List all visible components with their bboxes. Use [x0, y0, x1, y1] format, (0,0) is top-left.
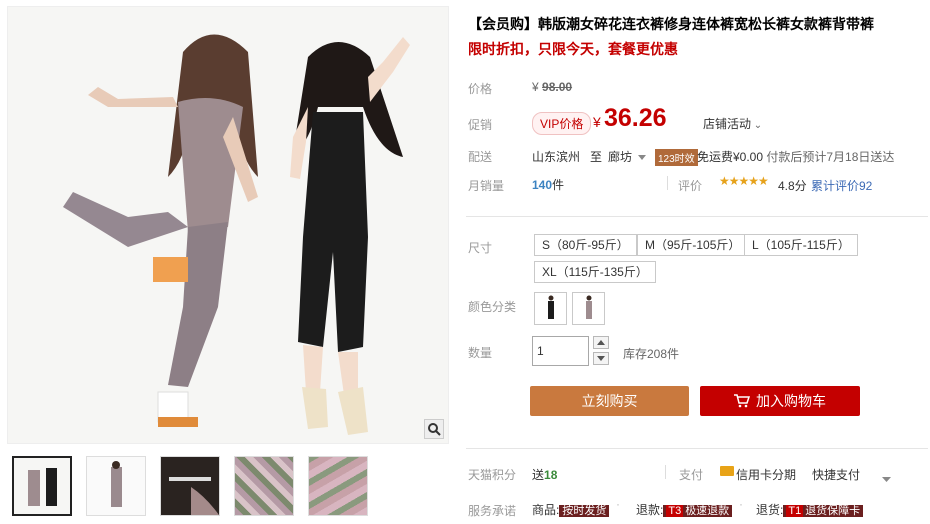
separator-dot: ·: [739, 497, 743, 511]
size-label: 尺寸: [468, 241, 493, 255]
size-option-s[interactable]: S（80斤-95斤）: [534, 234, 637, 256]
size-option-l[interactable]: L（105斤-115斤）: [744, 234, 858, 256]
thumbnail-5[interactable]: [308, 456, 368, 516]
divider: [466, 216, 928, 217]
zoom-icon[interactable]: [424, 419, 444, 439]
add-to-cart-button[interactable]: 加入购物车: [700, 386, 860, 416]
service-tag: 按时发货: [559, 505, 610, 517]
rating-stars: ★★★★★: [719, 174, 769, 188]
price-label: 价格: [468, 82, 493, 96]
payment-label: 支付: [679, 468, 704, 482]
thumbnail-4[interactable]: [234, 456, 294, 516]
ship-from: 山东滨州 至: [532, 148, 602, 165]
color-label: 颜色分类: [468, 300, 517, 314]
vip-price-badge: VIP价格: [532, 112, 592, 135]
thumbnail-1[interactable]: [12, 456, 72, 516]
shipping-label: 配送: [468, 150, 493, 164]
promo-text: 限时折扣，只限今天，套餐更优惠: [468, 41, 678, 57]
ship-to-word: 至: [590, 150, 603, 164]
color-option-floral[interactable]: [572, 292, 605, 325]
store-activity-dropdown[interactable]: 店铺活动 ⌄: [703, 115, 762, 132]
thumbnail-3[interactable]: [160, 456, 220, 516]
cart-icon: [734, 394, 750, 408]
thumbnail-strip: [12, 456, 368, 516]
review-count-link[interactable]: 累计评价92: [811, 177, 872, 194]
chevron-up-icon: [597, 340, 605, 345]
quantity-label: 数量: [468, 346, 493, 360]
shipping-fee-value: 免运费¥0.00: [697, 150, 764, 164]
quick-pay-link[interactable]: 快捷支付: [812, 466, 860, 483]
product-photo: [8, 7, 448, 443]
rating-label: 评价: [678, 179, 703, 193]
ship-to-city: 廊坊: [608, 150, 633, 164]
points-number: 18: [544, 468, 558, 482]
service-badge: T3: [666, 505, 684, 517]
add-to-cart-label: 加入购物车: [756, 393, 826, 409]
black-jumpsuit-icon: [547, 295, 554, 319]
rating-score: 4.8分: [778, 179, 807, 193]
shipping-fee: 免运费¥0.00 付款后预计7月18日送达: [697, 148, 894, 165]
credit-installment-link[interactable]: 信用卡分期: [736, 466, 796, 483]
sales-unit: 件: [552, 178, 565, 192]
quantity-decrease-button[interactable]: [593, 352, 609, 365]
points-value: 送18: [532, 466, 557, 483]
floral-jumpsuit-icon: [585, 295, 592, 319]
service-item-return[interactable]: 退货: T1 退货保障卡: [756, 501, 864, 518]
service-item-delivery[interactable]: 商品: 按时发货: [532, 501, 610, 518]
chevron-down-icon: [597, 356, 605, 361]
service-tag: 退货保障卡: [805, 505, 861, 517]
divider: [665, 465, 666, 479]
service-item-refund[interactable]: 退款: T3 极速退款: [636, 501, 733, 518]
ship-from-city: 山东滨州: [532, 150, 581, 164]
promo-price: 36.26: [604, 104, 667, 132]
service-name: 退货:: [756, 503, 784, 517]
sales-count: 140: [532, 178, 553, 192]
thumbnail-2[interactable]: [86, 456, 146, 516]
service-tag: 极速退款: [685, 505, 730, 517]
service-name: 退款:: [636, 503, 664, 517]
ship-to-selector[interactable]: 廊坊: [608, 148, 647, 165]
original-price-value: 98.00: [542, 80, 573, 94]
original-price: ¥ 98.00: [532, 80, 572, 94]
service-label: 服务承诺: [468, 504, 517, 518]
expand-payment-icon[interactable]: [882, 471, 891, 485]
chevron-down-icon: ⌄: [751, 120, 763, 131]
size-option-m[interactable]: M（95斤-105斤）: [637, 234, 749, 256]
monthly-sales: 140件: [532, 176, 564, 193]
separator-dot: ·: [616, 497, 620, 511]
store-activity-label: 店铺活动: [703, 117, 752, 131]
speed-badge: 123时效: [655, 149, 698, 166]
shipping-eta: 付款后预计7月18日送达: [766, 150, 895, 164]
divider: [466, 448, 928, 449]
points-prefix: 送: [532, 468, 545, 482]
monthly-sales-label: 月销量: [468, 179, 505, 193]
product-title: 【会员购】韩版潮女碎花连衣裤修身连体裤宽松长裤女款裤背带裤: [468, 16, 874, 32]
size-option-xl[interactable]: XL（115斤-135斤）: [534, 261, 656, 283]
stock-info: 库存208件: [623, 347, 680, 361]
service-badge: T1: [786, 505, 804, 517]
product-main-image[interactable]: [7, 6, 449, 444]
points-label: 天猫积分: [468, 468, 517, 482]
color-option-black[interactable]: [534, 292, 567, 325]
triangle-down-icon: [638, 155, 647, 161]
quantity-increase-button[interactable]: [593, 336, 609, 349]
product-info-panel: 【会员购】韩版潮女碎花连衣裤修身连体裤宽松长裤女款裤背带裤 限时折扣，只限今天，…: [466, 0, 928, 524]
divider: [667, 176, 668, 190]
service-name: 商品:: [532, 503, 560, 517]
promo-currency: ¥: [593, 114, 601, 130]
buy-now-button[interactable]: 立刻购买: [530, 386, 689, 416]
currency-symbol: ¥: [532, 80, 539, 94]
promotion-label: 促销: [468, 118, 493, 132]
quantity-input[interactable]: [532, 336, 589, 366]
credit-card-icon: [720, 466, 734, 476]
